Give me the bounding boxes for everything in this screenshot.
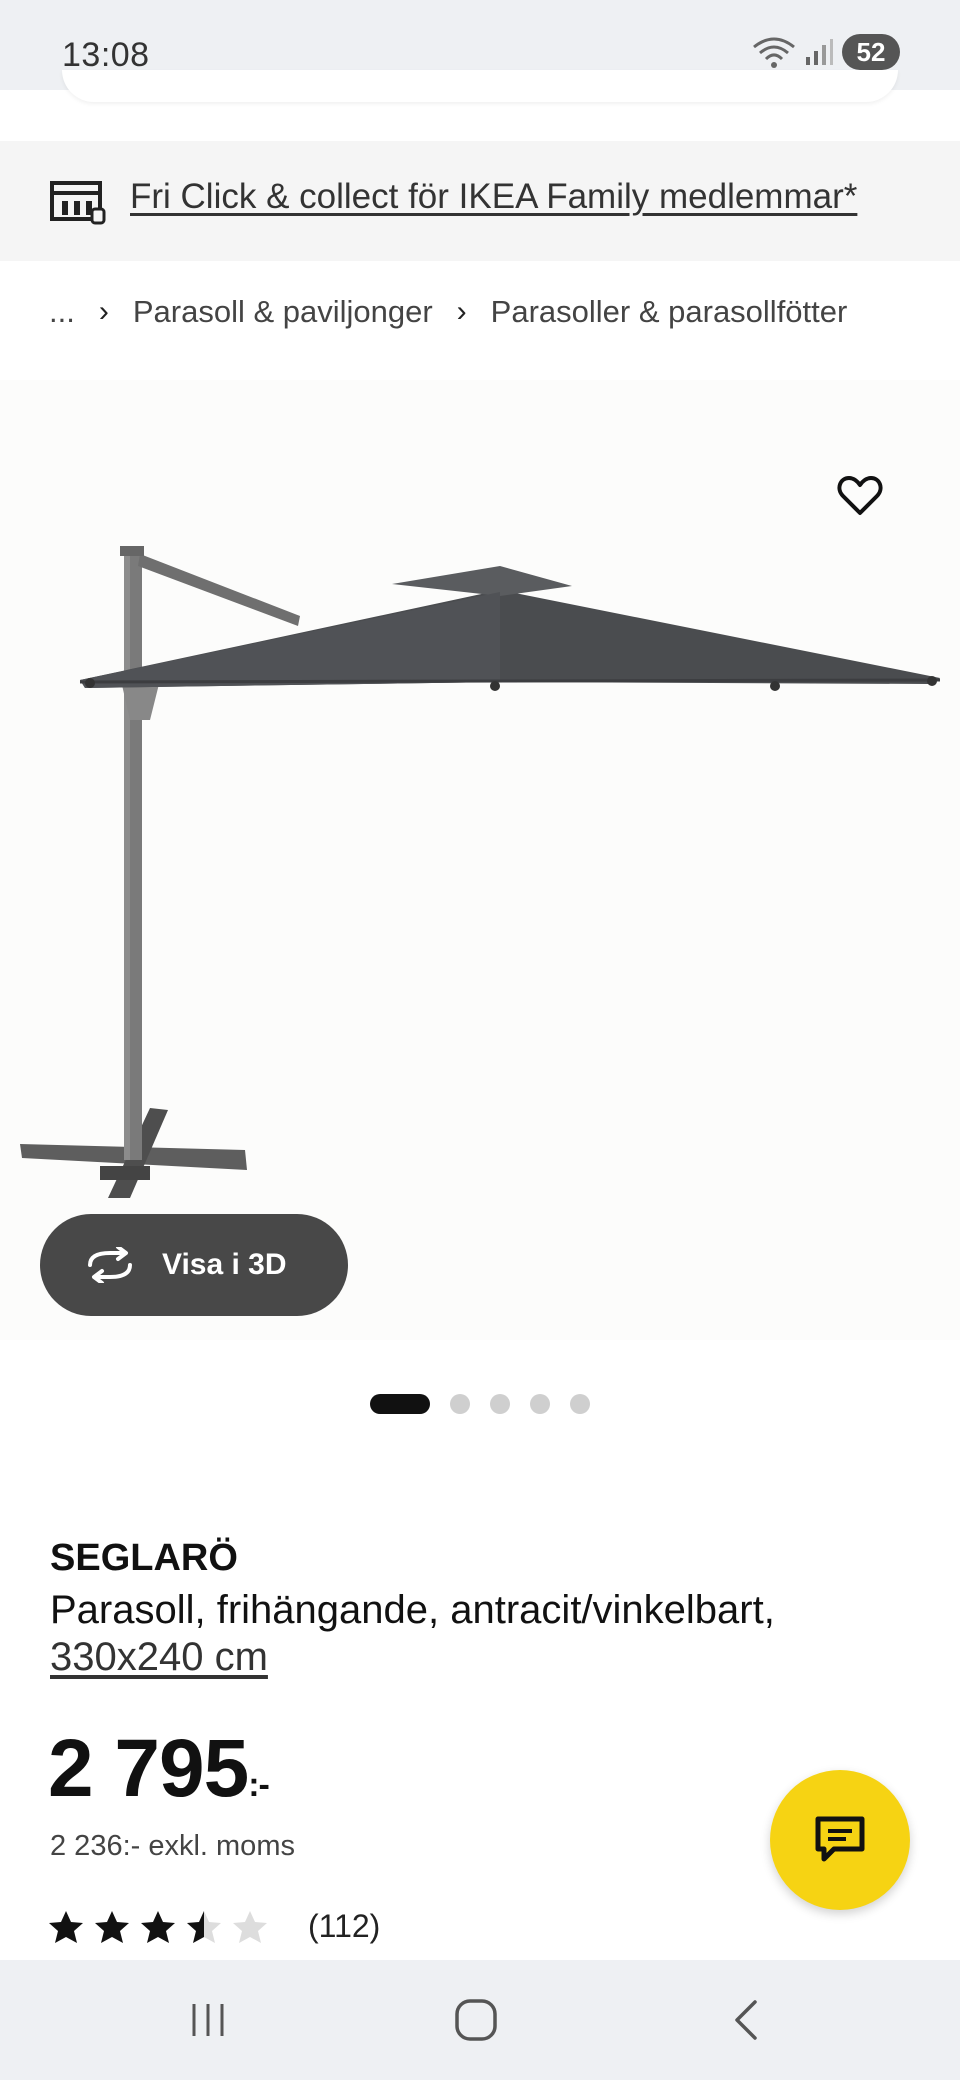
product-price: 2 795:- [48,1722,270,1816]
product-size-link[interactable]: 330x240 cm [50,1635,268,1680]
signal-icon [806,39,833,65]
star-half-icon [187,1910,221,1943]
recent-apps-icon [192,2004,224,2036]
rotate-3d-icon [88,1247,132,1283]
pagination-dot[interactable] [570,1394,590,1414]
price-value: 2 795 [48,1723,249,1814]
pagination-dot[interactable] [490,1394,510,1414]
search-bar-edge [62,70,898,102]
gallery-pagination [370,1394,590,1414]
system-nav-bar [0,1960,960,2080]
price-excl-vat: 2 236:- exkl. moms [50,1830,295,1862]
back-icon [735,2000,757,2040]
pagination-dot[interactable] [450,1394,470,1414]
product-name: SEGLARÖ [50,1537,238,1579]
star-icon [95,1910,129,1943]
recent-apps-button[interactable] [178,1990,238,2050]
view-3d-label: Visa i 3D [162,1248,287,1281]
view-3d-button[interactable]: Visa i 3D [40,1214,348,1316]
pagination-dot[interactable] [530,1394,550,1414]
favorite-button[interactable] [832,468,888,524]
store-collect-icon [50,181,106,225]
back-button[interactable] [716,1990,776,2050]
promo-banner[interactable]: Fri Click & collect för IKEA Family medl… [0,141,960,261]
chat-bubble-icon [815,1816,865,1862]
chevron-right-icon: › [456,295,467,328]
status-icons: 52 [752,34,900,70]
star-icon [49,1910,83,1943]
wifi-icon [753,37,795,68]
product-description: Parasoll, frihängande, antracit/vinkelba… [50,1588,775,1632]
breadcrumb-item-parasoll-paviljonger[interactable]: Parasoll & paviljonger [133,294,433,330]
home-button[interactable] [446,1990,506,2050]
promo-link[interactable]: Fri Click & collect för IKEA Family medl… [130,177,857,217]
breadcrumb: ... › Parasoll & paviljonger › Parasolle… [49,294,847,330]
chevron-right-icon: › [98,295,109,328]
price-suffix: :- [248,1766,270,1804]
star-empty-icon [233,1910,267,1943]
chat-button[interactable] [770,1770,910,1910]
home-icon [455,1999,497,2041]
product-rating[interactable]: (112) [48,1908,380,1945]
review-count[interactable]: (112) [308,1908,380,1945]
breadcrumb-ellipsis[interactable]: ... [49,294,75,330]
product-image [20,546,941,1198]
heart-icon [837,476,883,515]
battery-indicator: 52 [842,34,900,70]
star-icon [141,1910,175,1943]
pagination-dot-active[interactable] [370,1394,430,1414]
breadcrumb-item-parasoller[interactable]: Parasoller & parasollfötter [491,294,848,330]
